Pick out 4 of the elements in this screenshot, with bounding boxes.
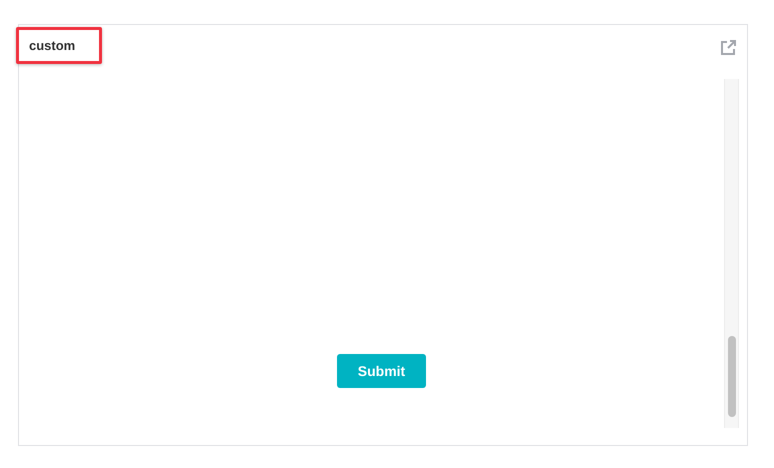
- panel-title: custom: [16, 27, 102, 64]
- scrollbar[interactable]: [724, 79, 739, 428]
- external-link-icon[interactable]: [719, 39, 737, 57]
- submit-button[interactable]: Submit: [337, 354, 426, 388]
